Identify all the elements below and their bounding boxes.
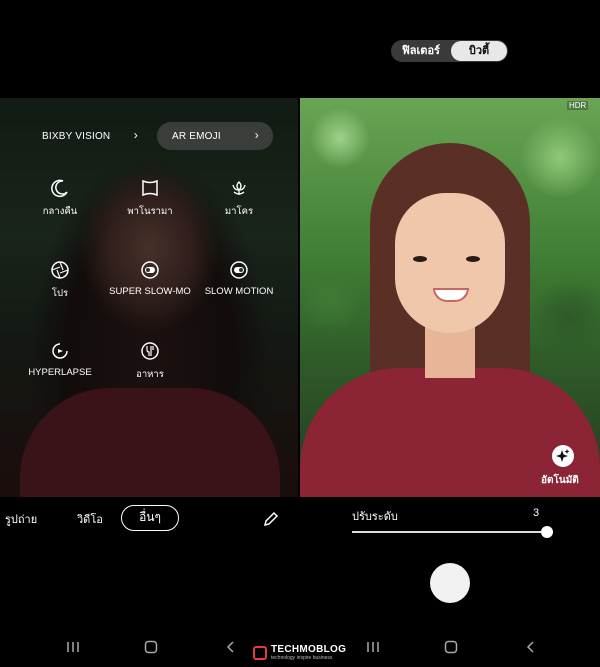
recent-apps-icon[interactable] <box>66 640 80 654</box>
mode-label: SLOW MOTION <box>204 286 274 297</box>
mode-food[interactable]: อาหาร <box>100 341 200 382</box>
moon-icon <box>51 179 68 198</box>
panorama-icon <box>142 179 158 197</box>
home-icon[interactable] <box>444 640 458 654</box>
mode-label: อาหาร <box>136 369 164 380</box>
shutter-button[interactable] <box>430 563 470 603</box>
bixby-vision-label: BIXBY VISION <box>42 130 111 142</box>
recent-apps-icon[interactable] <box>366 640 380 654</box>
mode-pro[interactable]: โปร <box>10 260 110 301</box>
subject-eye-right <box>466 256 480 262</box>
back-icon[interactable] <box>224 640 238 654</box>
mode-panorama[interactable]: พาโนรามา <box>100 178 200 219</box>
mode-label: กลางคืน <box>42 206 78 217</box>
aperture-icon <box>51 261 69 279</box>
food-icon <box>141 342 159 360</box>
tab-video[interactable]: วิดีโอ <box>77 510 103 528</box>
mode-label: SUPER SLOW-MO <box>109 286 191 297</box>
subject-face <box>395 193 505 333</box>
slow-motion-icon <box>230 261 248 279</box>
home-icon[interactable] <box>144 640 158 654</box>
mode-label: มาโคร <box>224 206 254 217</box>
mode-slow-motion[interactable]: SLOW MOTION <box>189 260 289 297</box>
watermark-name: TECHMOBLOG <box>271 644 347 655</box>
flower-icon <box>232 181 246 195</box>
chevron-right-icon: › <box>133 128 138 142</box>
adjust-level-value: 3 <box>533 507 540 519</box>
watermark-tagline: technology inspire business <box>271 655 333 661</box>
filter-tab[interactable]: ฟิลเตอร์ <box>391 40 451 62</box>
mode-super-slow-mo[interactable]: SUPER SLOW-MO <box>100 260 200 297</box>
auto-beauty-label: อัตโนมัติ <box>541 475 579 486</box>
tab-other[interactable]: อื่นๆ <box>121 505 179 531</box>
hyperlapse-icon <box>52 343 68 359</box>
ar-emoji-label: AR EMOJI <box>172 130 221 142</box>
mode-label: พาโนรามา <box>127 206 173 217</box>
mode-macro[interactable]: มาโคร <box>189 178 289 219</box>
camera-viewfinder-right <box>300 98 600 497</box>
edit-pencil-icon[interactable] <box>262 510 280 528</box>
back-icon[interactable] <box>524 640 538 654</box>
techmoblog-logo-icon <box>253 646 267 660</box>
hdr-indicator: HDR <box>567 101 589 110</box>
tab-photo[interactable]: รูปถ่าย <box>5 510 37 528</box>
filter-beauty-toggle: ฟิลเตอร์ บิวตี้ <box>391 40 508 62</box>
mode-label: โปร <box>51 288 69 299</box>
subject-eye-left <box>413 256 427 262</box>
adjust-slider-track[interactable] <box>352 531 548 533</box>
sparkle-icon <box>556 449 570 462</box>
adjust-slider-thumb[interactable] <box>541 526 553 538</box>
adjust-level-label: ปรับระดับ <box>352 511 398 523</box>
ar-emoji-button[interactable]: AR EMOJI › <box>157 122 273 150</box>
mode-night[interactable]: กลางคืน <box>10 178 110 219</box>
chevron-right-icon: › <box>254 128 259 142</box>
bixby-vision-button[interactable]: BIXBY VISION › <box>0 122 152 150</box>
mode-hyperlapse[interactable]: HYPERLAPSE <box>10 341 110 378</box>
techmoblog-watermark: TECHMOBLOG technology inspire business <box>253 644 353 664</box>
mode-label: HYPERLAPSE <box>28 367 92 378</box>
super-slow-mo-icon <box>141 261 159 279</box>
auto-beauty-button[interactable] <box>552 445 574 467</box>
beauty-tab[interactable]: บิวตี้ <box>451 41 507 61</box>
